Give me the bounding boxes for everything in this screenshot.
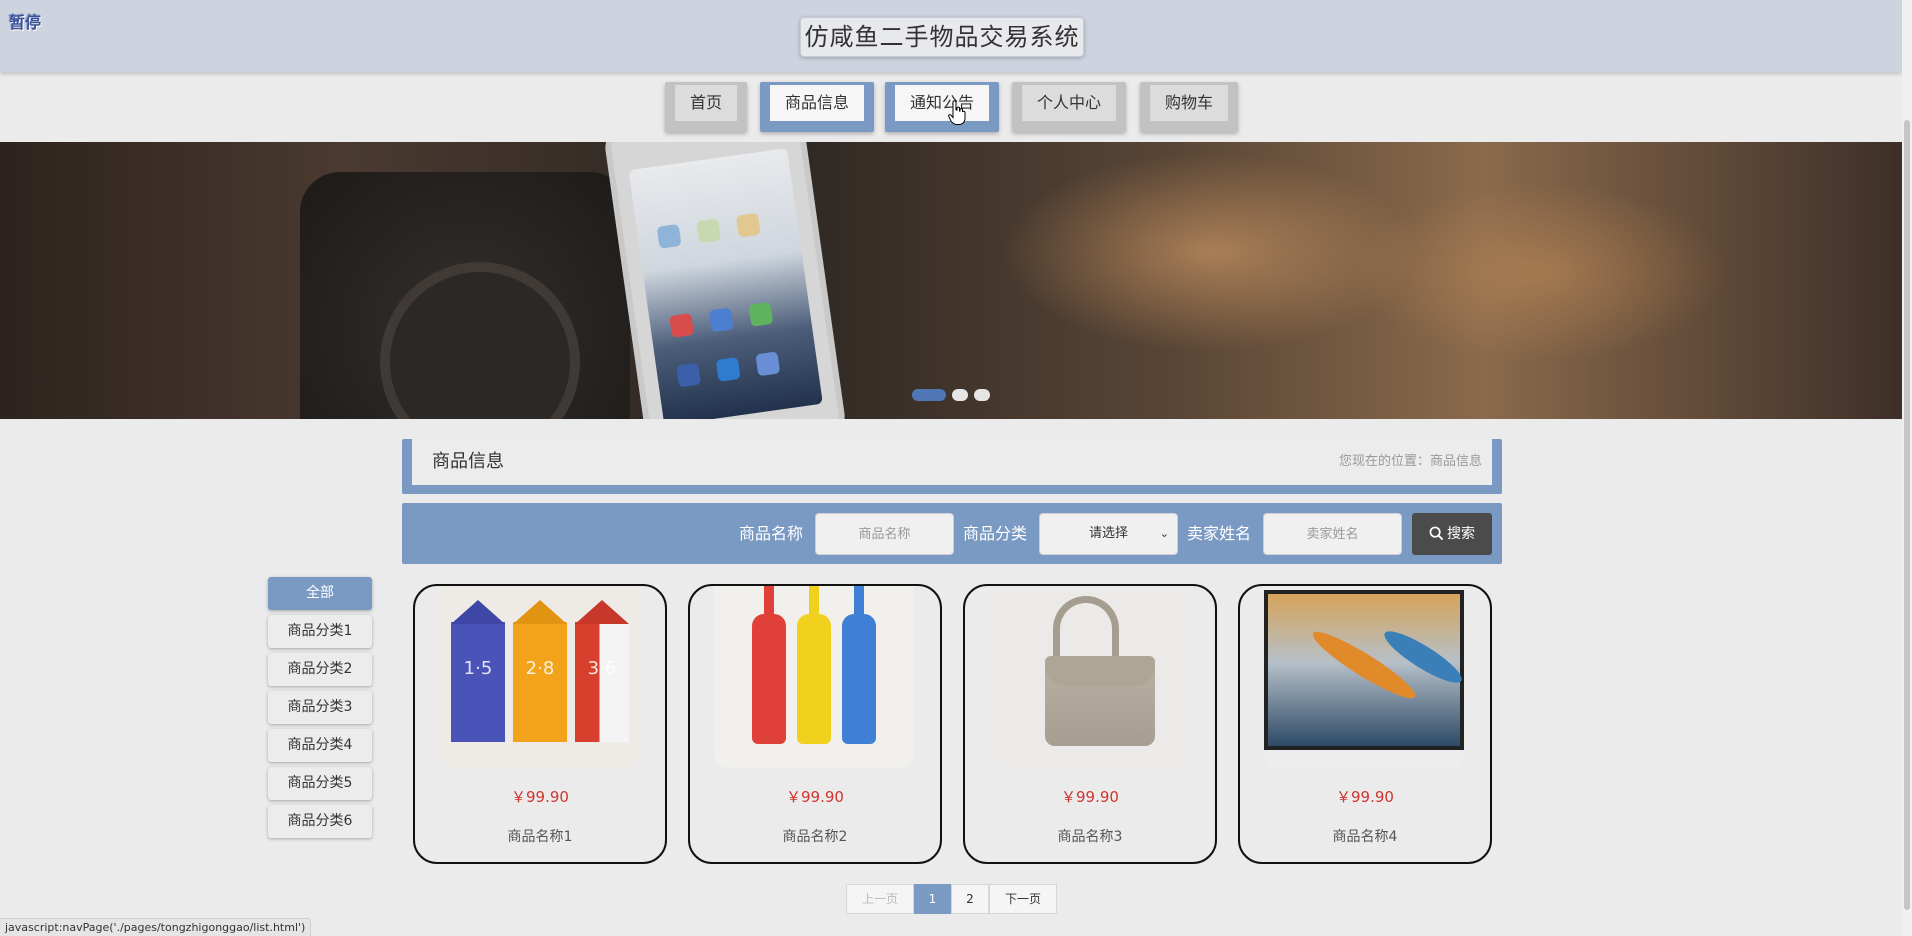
section-header-inner: 商品信息 您现在的位置：商品信息	[412, 439, 1492, 485]
carton-number: 1·5	[463, 658, 493, 679]
banner-phone-image	[602, 142, 848, 419]
search-button-label: 搜索	[1447, 526, 1475, 542]
nav-notices[interactable]: 通知公告	[885, 82, 999, 132]
product-name[interactable]: 商品名称2	[690, 826, 940, 846]
app-icon	[669, 313, 695, 338]
scrollbar-thumb[interactable]	[1904, 120, 1910, 910]
carton-red: 3·6	[575, 600, 629, 742]
category-all[interactable]: 全部	[268, 577, 372, 610]
breadcrumb: 您现在的位置：商品信息	[1339, 439, 1482, 485]
nav-profile[interactable]: 个人中心	[1012, 82, 1126, 132]
app-icon	[708, 307, 734, 333]
name-search-label: 商品名称	[739, 524, 804, 543]
nav-products-label: 商品信息	[770, 85, 864, 121]
product-price: ￥99.90	[1061, 788, 1119, 806]
nav-home-label: 首页	[675, 85, 737, 121]
search-bar: 商品名称 商品分类 请选择 ⌄ 卖家姓名 搜索	[402, 503, 1502, 564]
product-image-milk-cartons: 1·5 2·8 3·6	[439, 586, 639, 768]
app-icon	[696, 218, 722, 244]
product-card-2[interactable]: ￥99.90 商品名称2	[688, 584, 942, 864]
category-select[interactable]: 请选择 ⌄	[1039, 513, 1178, 555]
pagination-prev[interactable]: 上一页	[846, 884, 914, 914]
category-item-2[interactable]: 商品分类2	[268, 653, 372, 686]
pagination-page-1[interactable]: 1	[914, 884, 951, 914]
carousel-dot-1[interactable]	[912, 389, 946, 401]
category-select-value: 请选择	[1088, 526, 1128, 541]
category-search-label: 商品分类	[963, 524, 1028, 543]
top-header: 暂停 仿咸鱼二手物品交易系统	[0, 0, 1902, 72]
search-icon	[1429, 526, 1444, 541]
product-name[interactable]: 商品名称3	[965, 826, 1215, 846]
app-icon	[715, 356, 741, 382]
seller-search-label: 卖家姓名	[1187, 524, 1252, 543]
site-title: 仿咸鱼二手物品交易系统	[800, 17, 1084, 57]
product-name[interactable]: 商品名称4	[1240, 826, 1490, 846]
bottle-red	[752, 586, 786, 744]
bag-flap	[1045, 656, 1155, 686]
category-item-6[interactable]: 商品分类6	[268, 805, 372, 838]
app-icon	[676, 362, 702, 388]
product-card-3[interactable]: ￥99.90 商品名称3	[963, 584, 1217, 864]
product-price: ￥99.90	[786, 788, 844, 806]
carousel-dot-2[interactable]	[952, 389, 968, 401]
breadcrumb-current[interactable]: 商品信息	[1430, 454, 1482, 469]
nav-cart[interactable]: 购物车	[1140, 82, 1238, 132]
pagination-next[interactable]: 下一页	[989, 884, 1057, 914]
app-icon	[748, 301, 774, 327]
breadcrumb-prefix: 您现在的位置：	[1338, 454, 1430, 469]
browser-status-bar: javascript:navPage('./pages/tongzhigongg…	[0, 918, 312, 936]
banner-phone-screen	[628, 148, 823, 419]
product-card-4[interactable]: ￥99.90 商品名称4	[1238, 584, 1492, 864]
product-image-tv	[1264, 586, 1464, 768]
app-icon	[656, 223, 682, 249]
product-image-bottles	[714, 586, 914, 768]
pause-link[interactable]: 暂停	[9, 9, 41, 33]
carton-number: 2·8	[525, 658, 555, 679]
carton-orange: 2·8	[513, 600, 567, 742]
category-item-1[interactable]: 商品分类1	[268, 615, 372, 648]
banner-carousel[interactable]	[0, 142, 1902, 419]
nav-cart-label: 购物车	[1150, 85, 1228, 121]
search-button[interactable]: 搜索	[1412, 513, 1492, 555]
carousel-dot-3[interactable]	[974, 389, 990, 401]
hand-cursor-icon	[948, 100, 966, 125]
tv-screen	[1264, 590, 1464, 750]
product-card-1[interactable]: 1·5 2·8 3·6 ￥99.90 商品名称1	[413, 584, 667, 864]
product-name[interactable]: 商品名称1	[415, 826, 665, 846]
carton-blue: 1·5	[451, 600, 505, 742]
chevron-down-icon: ⌄	[1159, 527, 1169, 540]
product-image-handbag	[989, 586, 1189, 768]
section-title: 商品信息	[432, 451, 504, 472]
carton-number: 3·6	[587, 658, 617, 679]
category-item-5[interactable]: 商品分类5	[268, 767, 372, 800]
product-price: ￥99.90	[511, 788, 569, 806]
section-header: 商品信息 您现在的位置：商品信息	[402, 439, 1502, 494]
banner-light	[1350, 182, 1730, 362]
nav-profile-label: 个人中心	[1022, 85, 1116, 121]
pagination-page-2[interactable]: 2	[951, 884, 989, 914]
app-icon	[735, 212, 761, 238]
name-search-input[interactable]	[815, 513, 954, 555]
nav-home[interactable]: 首页	[665, 82, 747, 132]
nav-products[interactable]: 商品信息	[760, 82, 874, 132]
nav-notices-label: 通知公告	[895, 85, 989, 121]
bottle-blue	[842, 586, 876, 744]
app-icon	[755, 351, 781, 377]
seller-search-input[interactable]	[1263, 513, 1402, 555]
page: 暂停 仿咸鱼二手物品交易系统 首页 商品信息 通知公告 个人中心 购物车 商品信…	[0, 0, 1912, 936]
product-price: ￥99.90	[1336, 788, 1394, 806]
page-scrollbar[interactable]	[1902, 0, 1912, 936]
bottle-yellow	[797, 586, 831, 744]
category-item-3[interactable]: 商品分类3	[268, 691, 372, 724]
category-item-4[interactable]: 商品分类4	[268, 729, 372, 762]
